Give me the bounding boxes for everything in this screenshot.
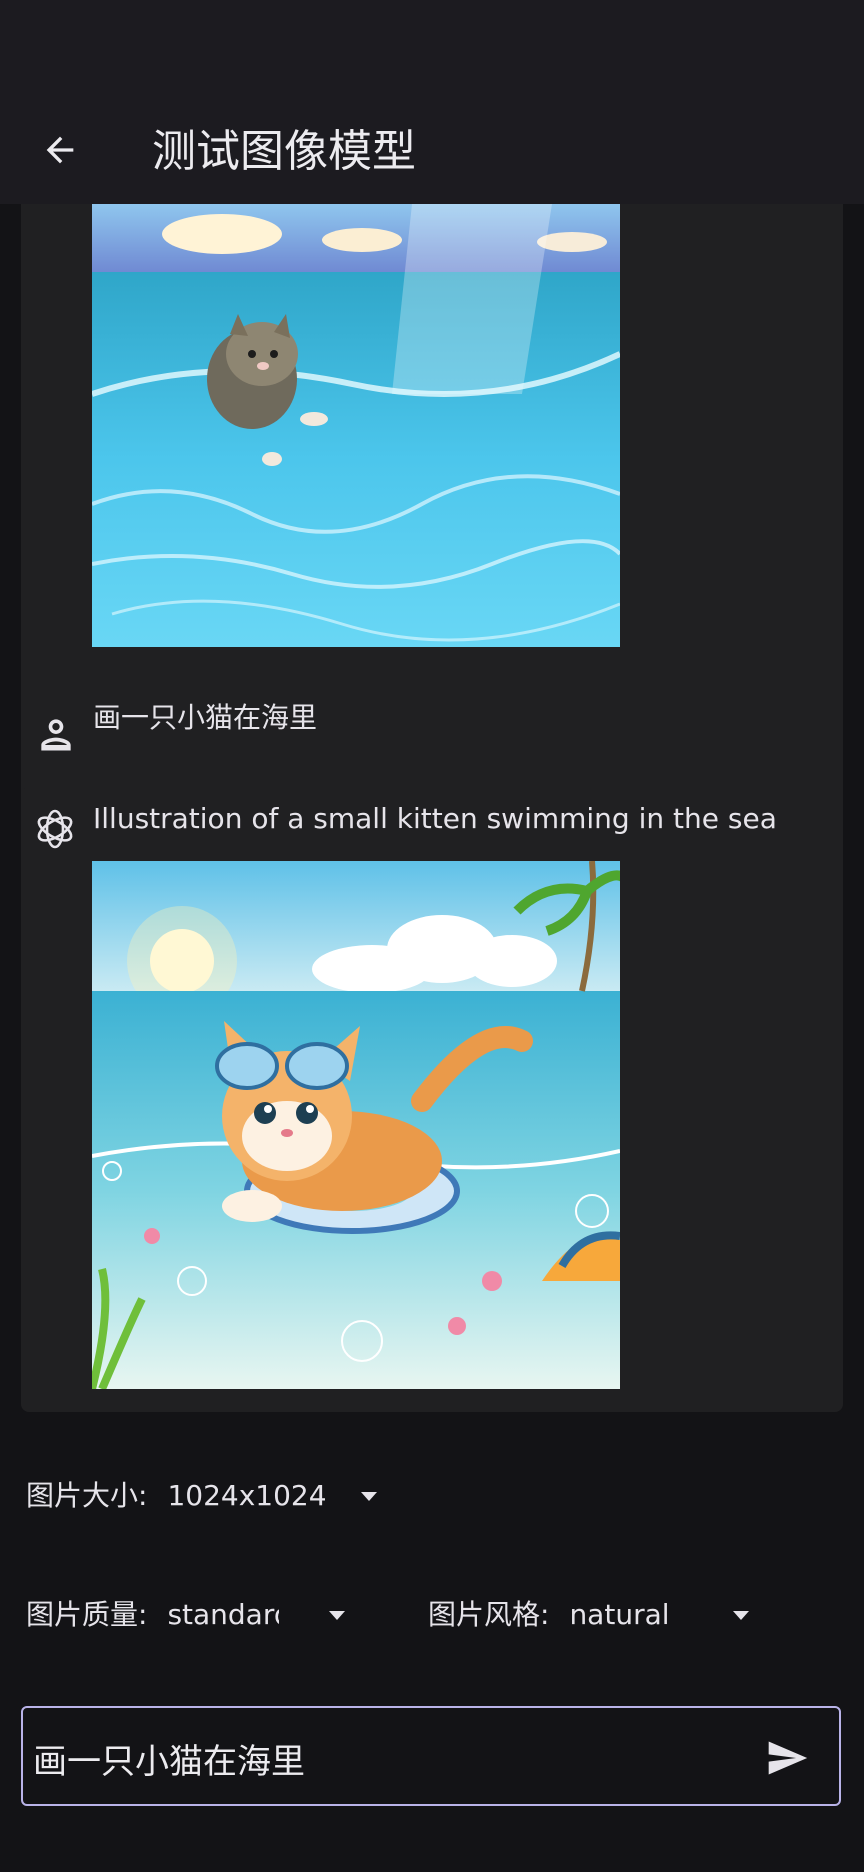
arrow-back-icon	[46, 136, 74, 164]
chevron-down-icon[interactable]	[733, 1610, 750, 1620]
chevron-down-icon[interactable]	[361, 1491, 378, 1501]
assistant-message	[21, 204, 843, 872]
size-label: 图片大小:	[26, 1479, 148, 1512]
page-title: 测试图像模型	[152, 126, 416, 177]
quality-value: standard	[167, 1598, 280, 1631]
assistant-message-text: Illustration of a small kitten swimming …	[93, 802, 777, 835]
style-value: natural	[569, 1598, 670, 1631]
image-style-selector[interactable]: 图片风格: natural	[428, 1595, 750, 1635]
status-bar	[0, 0, 864, 100]
size-value: 1024x1024	[167, 1479, 327, 1512]
assistant-message: Illustration of a small kitten swimming …	[21, 787, 843, 1412]
send-icon[interactable]	[763, 1736, 811, 1780]
cartoon-kitten-image	[92, 861, 620, 1389]
chevron-down-icon[interactable]	[329, 1610, 346, 1620]
image-quality-selector[interactable]: 图片质量: standard	[26, 1595, 346, 1635]
generated-image[interactable]	[92, 204, 620, 647]
style-label: 图片风格:	[428, 1598, 550, 1631]
prompt-input-box[interactable]	[21, 1706, 841, 1806]
kitten-sea-image	[92, 204, 620, 647]
quality-label: 图片质量:	[26, 1598, 148, 1631]
app-bar: 测试图像模型	[0, 100, 864, 204]
openai-icon	[37, 809, 73, 849]
user-message-text: 画一只小猫在海里	[93, 701, 318, 734]
user-message: 画一只小猫在海里	[0, 686, 864, 766]
generated-image[interactable]	[92, 861, 620, 1389]
person-icon	[41, 719, 71, 751]
image-size-selector[interactable]: 图片大小: 1024x1024	[26, 1476, 378, 1516]
back-button[interactable]	[30, 120, 90, 180]
prompt-input[interactable]	[31, 1732, 735, 1784]
chat-list[interactable]: 画一只小猫在海里 Illustration of a small kitten …	[0, 204, 864, 1704]
